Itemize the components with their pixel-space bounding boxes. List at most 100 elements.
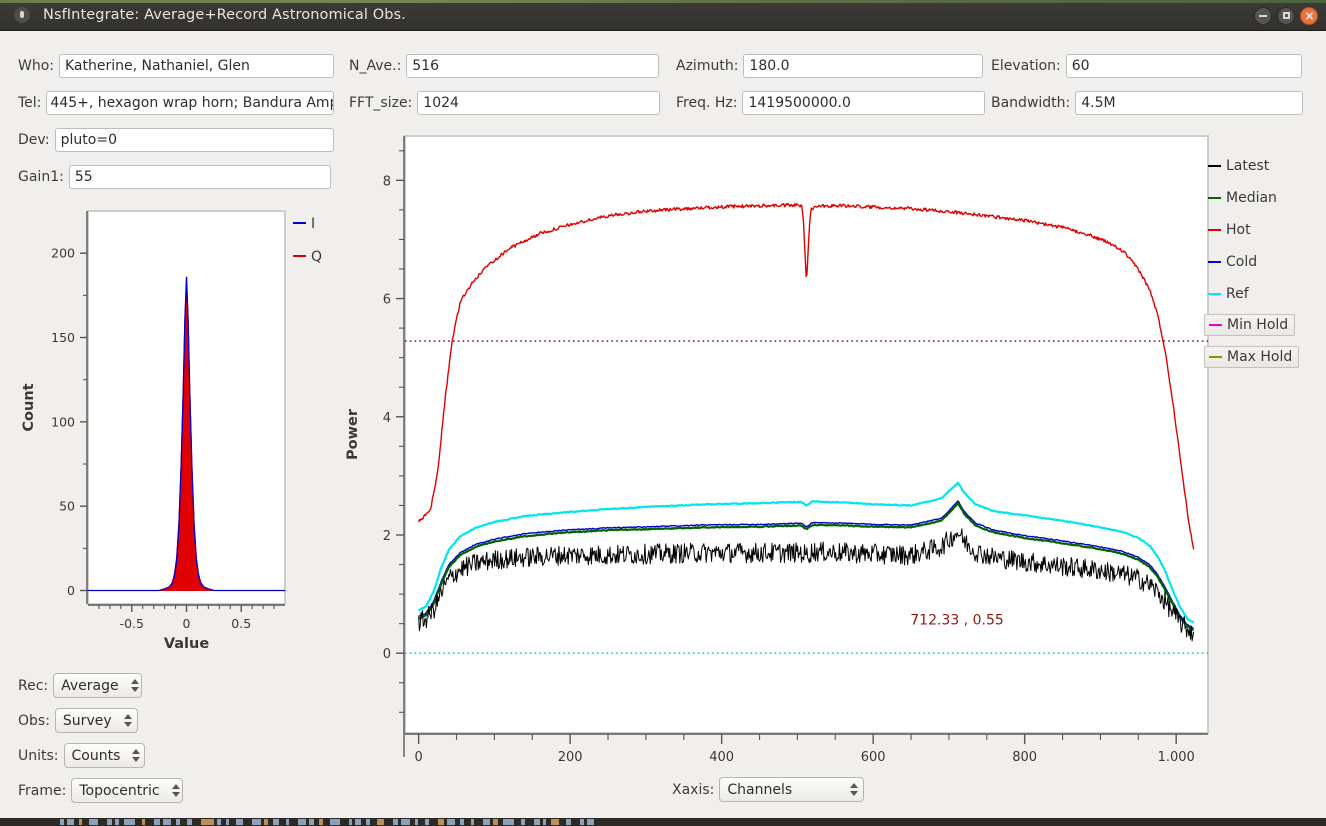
taskbar-item[interactable] <box>236 819 243 825</box>
taskbar-item[interactable] <box>521 819 525 825</box>
taskbar-item[interactable] <box>89 819 98 825</box>
taskbar-item[interactable] <box>124 819 135 825</box>
legend-label: Cold <box>1226 254 1258 270</box>
taskbar-item[interactable] <box>201 819 214 825</box>
window-title: NsfIntegrate: Average+Record Astronomica… <box>43 7 406 23</box>
taskbar-item[interactable] <box>349 819 352 825</box>
spinner-arrows-icon[interactable] <box>848 780 861 799</box>
taskbar-item[interactable] <box>273 819 279 825</box>
taskbar-item[interactable] <box>534 819 540 825</box>
taskbar-item[interactable] <box>493 819 498 825</box>
fft-size-input[interactable]: 1024 <box>417 91 661 115</box>
taskbar-item[interactable] <box>309 819 314 825</box>
dev-label: Dev: <box>18 132 50 148</box>
legend-label: Latest <box>1226 158 1270 174</box>
taskbar-item[interactable] <box>543 819 546 825</box>
taskbar-item[interactable] <box>447 819 455 825</box>
units-select[interactable]: Counts <box>63 743 145 768</box>
freq-hz-input[interactable]: 1419500000.0 <box>742 91 986 115</box>
legend-label-Q: Q <box>311 249 322 265</box>
taskbar-item[interactable] <box>587 819 594 825</box>
frame-select[interactable]: Topocentric <box>71 778 184 803</box>
taskbar-item[interactable] <box>330 819 340 825</box>
spectrum-canvas: 0 2 4 6 8 0 200 400 600 800 1.000 Power 712.33 , 0.5… <box>345 135 1209 765</box>
histogram-canvas: 0 50 100 150 200 -0.5 0 0.5 Value Count I Q <box>21 210 322 652</box>
taskbar-item[interactable] <box>154 819 160 825</box>
taskbar-item[interactable] <box>264 819 268 825</box>
taskbar-item[interactable] <box>163 819 171 825</box>
desktop-taskbar[interactable] <box>0 818 1326 826</box>
spinner-arrows-icon[interactable] <box>170 781 181 800</box>
bandwidth-label: Bandwidth: <box>991 95 1071 111</box>
taskbar-item[interactable] <box>471 819 474 825</box>
legend-item-cold: Cold <box>1208 254 1257 270</box>
gain1-input[interactable]: 55 <box>68 165 331 189</box>
taskbar-item[interactable] <box>355 819 361 825</box>
spectrum-plot[interactable]: 0 2 4 6 8 0 200 400 600 800 1.000 Power 712.33 , 0.5… <box>340 128 1326 778</box>
taskbar-item[interactable] <box>366 819 370 825</box>
maximize-icon[interactable] <box>1277 6 1295 25</box>
elevation-input[interactable]: 60 <box>1065 54 1302 78</box>
legend-item-min-hold[interactable]: Min Hold <box>1204 314 1296 336</box>
x-tick-label: 600 <box>861 750 886 765</box>
tel-label: Tel: <box>18 95 42 111</box>
tel-field: Tel: 445+, hexagon wrap horn; Bandura Am… <box>18 91 335 115</box>
taskbar-item[interactable] <box>115 819 119 825</box>
azimuth-input[interactable]: 180.0 <box>743 54 984 78</box>
taskbar-item[interactable] <box>298 819 306 825</box>
freq-hz-field: Freq. Hz: 1419500000.0 <box>676 91 986 115</box>
taskbar-item[interactable] <box>79 819 82 825</box>
taskbar-item[interactable] <box>580 819 584 825</box>
spinner-arrows-icon[interactable] <box>130 746 141 765</box>
spinner-arrows-icon[interactable] <box>122 711 135 730</box>
taskbar-item[interactable] <box>286 819 289 825</box>
taskbar-item[interactable] <box>319 819 323 825</box>
legend-swatch-icon <box>1208 197 1221 199</box>
taskbar-item[interactable] <box>460 819 464 825</box>
bandwidth-input[interactable]: 4.5M <box>1075 91 1304 115</box>
taskbar-item[interactable] <box>401 819 410 825</box>
taskbar-item[interactable] <box>60 819 64 825</box>
gain1-field: Gain1: 55 <box>18 165 331 189</box>
taskbar-item[interactable] <box>377 819 384 825</box>
tel-input[interactable]: 445+, hexagon wrap horn; Bandura Amps <box>46 91 335 115</box>
taskbar-item[interactable] <box>425 819 429 825</box>
y-tick-label: 200 <box>51 246 75 261</box>
legend-item-max-hold[interactable]: Max Hold <box>1204 346 1300 368</box>
units-value: Counts <box>71 747 121 764</box>
xaxis-select[interactable]: Channels <box>719 777 865 802</box>
histogram-plot[interactable]: 0 50 100 150 200 -0.5 0 0.5 Value Count I Q <box>0 195 340 665</box>
taskbar-item[interactable] <box>107 819 112 825</box>
who-input[interactable]: Katherine, Nathaniel, Glen <box>59 54 334 78</box>
taskbar-item[interactable] <box>566 819 571 825</box>
obs-select[interactable]: Survey <box>54 708 138 733</box>
spinner-arrows-icon[interactable] <box>129 676 140 695</box>
taskbar-item[interactable] <box>176 819 180 825</box>
taskbar-item[interactable] <box>226 819 229 825</box>
legend-swatch-icon <box>1208 261 1221 263</box>
legend-swatch-icon <box>1209 324 1222 326</box>
dev-input[interactable]: pluto=0 <box>54 128 334 152</box>
y-tick-label: 6 <box>383 293 391 308</box>
obs-label: Obs: <box>18 712 50 729</box>
taskbar-item[interactable] <box>551 819 559 825</box>
taskbar-item[interactable] <box>217 819 221 825</box>
n-ave-input[interactable]: 516 <box>406 54 660 78</box>
taskbar-item[interactable] <box>142 819 145 825</box>
taskbar-item[interactable] <box>438 819 444 825</box>
taskbar-item[interactable] <box>415 819 418 825</box>
y-tick-label: 0 <box>67 583 75 598</box>
close-icon[interactable] <box>1300 6 1318 25</box>
taskbar-item[interactable] <box>67 819 74 825</box>
minimize-icon[interactable] <box>1254 6 1272 25</box>
bandwidth-field: Bandwidth: 4.5M <box>991 91 1304 115</box>
who-field: Who: Katherine, Nathaniel, Glen <box>18 54 334 78</box>
taskbar-item[interactable] <box>503 819 514 825</box>
legend-label: Min Hold <box>1227 317 1289 333</box>
taskbar-item[interactable] <box>483 819 490 825</box>
rec-select[interactable]: Average <box>53 673 143 698</box>
taskbar-item[interactable] <box>187 819 192 825</box>
n-ave-field: N_Ave.: 516 <box>349 54 660 78</box>
taskbar-item[interactable] <box>393 819 398 825</box>
taskbar-item[interactable] <box>252 819 261 825</box>
